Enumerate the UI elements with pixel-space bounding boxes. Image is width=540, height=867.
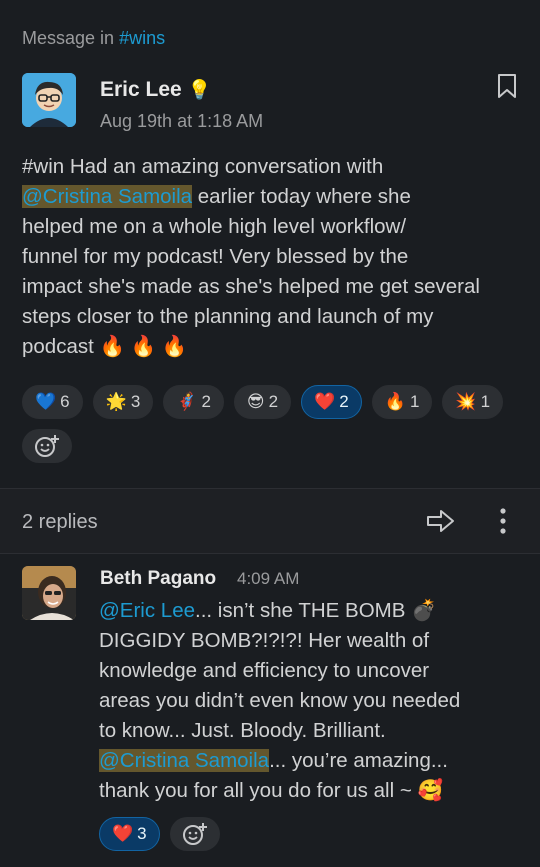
reply-text-line: DIGGIDY BOMB?!?!?! Her wealth of [99, 629, 430, 652]
reaction-pill[interactable]: 💥 1 [442, 385, 504, 419]
add-reaction-icon [182, 823, 207, 845]
reaction-count: 1 [480, 392, 491, 411]
avatar-photo [22, 566, 76, 620]
context-prefix: Message in [22, 28, 115, 48]
avatar-illustration [22, 73, 76, 127]
message-text-line: funnel for my podcast! Very blessed by t… [22, 245, 409, 268]
reaction-bar: 💙 6 🌟 3 🦸 2 😎 2 ❤️ 2 🔥 1 💥 1 [22, 385, 532, 463]
reaction-pill[interactable]: ❤️ 3 [99, 817, 160, 851]
message-context: Message in #wins [22, 28, 165, 49]
reaction-pill[interactable]: ❤️ 2 [301, 385, 362, 419]
reply-timestamp[interactable]: 4:09 AM [237, 569, 299, 589]
reaction-count: 2 [339, 392, 349, 411]
mention-link[interactable]: @Cristina Samoila [99, 749, 270, 772]
reply-reaction-bar: ❤️ 3 [99, 817, 220, 851]
reaction-emoji: ❤️ [112, 824, 134, 843]
message-text-line: podcast 🔥 🔥 🔥 [22, 335, 188, 358]
mention-link[interactable]: @Cristina Samoila [22, 185, 193, 208]
reply-text-line: knowledge and efficiency to uncover [99, 659, 430, 682]
add-reaction-button[interactable] [169, 817, 220, 851]
reaction-pill[interactable]: 💙 6 [22, 385, 83, 419]
reaction-emoji: ❤️ [314, 392, 336, 411]
reaction-count: 3 [137, 824, 147, 843]
reaction-pill[interactable]: 🔥 1 [371, 385, 433, 419]
message-body: #win Had an amazing conversation with @Cr… [22, 152, 527, 362]
reaction-emoji: 💙 [35, 392, 57, 411]
reply-body: @Eric Lee... isn’t she THE BOMB 💣 DIGGID… [99, 596, 529, 806]
more-options-icon[interactable] [498, 506, 508, 541]
avatar[interactable] [22, 73, 76, 127]
reaction-count: 1 [409, 392, 420, 411]
message-author[interactable]: Eric Lee 💡 [100, 78, 211, 102]
author-name[interactable]: Eric Lee [100, 78, 182, 101]
reaction-emoji: 💥 [455, 392, 477, 411]
message-text-line: impact she's made as she's helped me get… [22, 275, 480, 298]
reaction-count: 2 [201, 392, 211, 411]
avatar[interactable] [22, 566, 76, 620]
reply-text-line: to know... Just. Bloody. Brilliant. [99, 719, 386, 742]
mention-link[interactable]: @Eric Lee [99, 599, 195, 622]
message-text-line: #win Had an amazing conversation with [22, 155, 384, 178]
channel-link[interactable]: #wins [119, 28, 165, 48]
bookmark-icon[interactable] [496, 73, 518, 99]
reply-text-line: areas you didn’t even know you needed [99, 689, 461, 712]
share-arrow-icon[interactable] [426, 508, 456, 539]
reply-text-line: thank you for all you do for us all ~ 🥰 [99, 779, 444, 802]
add-reaction-icon [35, 435, 59, 457]
reaction-pill[interactable]: 😎 2 [233, 385, 292, 419]
message-text-line: helped me on a whole high level workflow… [22, 215, 407, 238]
thread-replies-bar[interactable]: 2 replies [0, 488, 540, 554]
add-reaction-button[interactable] [22, 429, 72, 463]
reaction-pill[interactable]: 🌟 3 [92, 385, 154, 419]
message-text-line: @Cristina Samoila earlier today where sh… [22, 185, 411, 208]
reply-text-line: ... you’re amazing... [269, 749, 448, 772]
reaction-pill[interactable]: 🦸 2 [163, 385, 224, 419]
reply-author[interactable]: Beth Pagano [100, 568, 216, 590]
message-text-line: steps closer to the planning and launch … [22, 305, 434, 328]
reaction-emoji: 🦸 [176, 392, 198, 411]
reaction-emoji: 🌟 [105, 392, 127, 411]
reply-text-line: ... isn’t she THE BOMB 💣 [195, 599, 437, 622]
reaction-count: 3 [130, 392, 141, 411]
status-emoji: 💡 [187, 80, 212, 101]
reaction-emoji: 😎 [246, 392, 265, 411]
reaction-count: 6 [60, 392, 70, 411]
reaction-count: 2 [268, 392, 279, 411]
replies-count[interactable]: 2 replies [22, 511, 98, 534]
message-timestamp[interactable]: Aug 19th at 1:18 AM [100, 111, 263, 132]
reaction-emoji: 🔥 [384, 392, 406, 411]
